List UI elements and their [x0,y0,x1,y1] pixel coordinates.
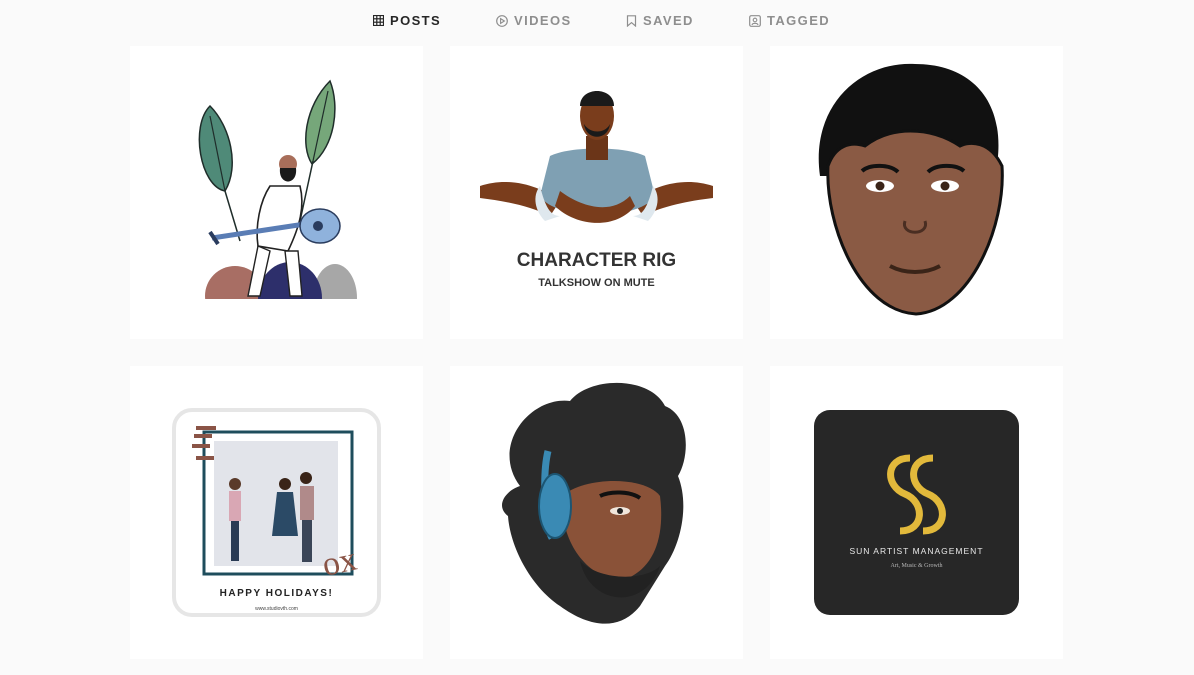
post-tile-portrait[interactable] [770,46,1063,339]
post-caption-url: www.studiovth.com [255,606,298,612]
tab-saved-label: SAVED [643,13,694,28]
tab-videos[interactable]: VIDEOS [496,13,572,28]
post-caption-title: SUN ARTIST MANAGEMENT [849,546,983,556]
post-tile-headphones[interactable] [450,366,743,659]
tab-videos-label: VIDEOS [514,13,572,28]
tab-tagged-label: TAGGED [767,13,831,28]
portrait-illustration [818,63,1004,316]
tab-posts-label: POSTS [390,13,442,28]
profile-tabs: POSTS VIDEOS SAVED TAGGED [0,0,1194,40]
headphones-illustration [501,382,686,624]
character-rig-illustration: CHARACTER RIG TALKSHOW ON MUTE [480,91,713,289]
tab-tagged[interactable]: TAGGED [749,13,830,28]
post-tile-character-rig[interactable]: CHARACTER RIG TALKSHOW ON MUTE [450,46,743,339]
post-caption-title: HAPPY HOLIDAYS! [220,588,334,599]
tag-user-icon [749,14,761,27]
sun-artist-logo: SUN ARTIST MANAGEMENT Art, Music & Growt… [814,410,1019,615]
grid-icon [373,15,384,26]
post-caption-subtitle: TALKSHOW ON MUTE [538,277,655,289]
post-tile-happy-holidays[interactable]: ox HAPPY HOLIDAYS! www.studiovth.com [130,366,423,659]
tab-posts[interactable]: POSTS [373,13,441,28]
tab-saved[interactable]: SAVED [626,13,694,28]
guitarist-illustration [190,79,370,339]
post-caption-subtitle: Art, Music & Growth [891,563,943,569]
play-icon [496,14,508,27]
post-tile-guitarist[interactable] [130,46,423,339]
bookmark-icon [626,14,637,27]
happy-holidays-card: ox HAPPY HOLIDAYS! www.studiovth.com [172,408,381,617]
post-tile-sun-artist[interactable]: SUN ARTIST MANAGEMENT Art, Music & Growt… [770,366,1063,659]
post-caption-title: CHARACTER RIG [517,250,676,271]
